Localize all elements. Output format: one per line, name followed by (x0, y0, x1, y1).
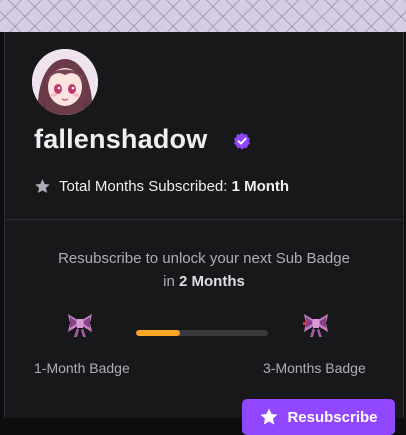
verified-badge-icon (233, 132, 251, 150)
profile-banner (0, 0, 406, 32)
resubscribe-button-label: Resubscribe (287, 408, 378, 426)
next-badge-label: 3-Months Badge (263, 360, 366, 376)
divider (5, 219, 403, 220)
resubscribe-in-prefix: in (163, 273, 175, 290)
total-months-row: Total Months Subscribed: 1 Month (34, 178, 289, 195)
total-months-value: 1 Month (231, 178, 290, 195)
star-icon (260, 408, 278, 425)
pink-bow-icon (65, 309, 95, 339)
username: fallenshadow (34, 124, 208, 154)
badge-progress-fill (136, 330, 180, 336)
pink-bow-icon (301, 309, 331, 339)
resubscribe-button[interactable]: Resubscribe (242, 399, 395, 435)
star-icon (35, 179, 50, 193)
total-months-label: Total Months Subscribed: (59, 178, 228, 195)
months-remaining: 2 Months (179, 273, 245, 290)
current-badge-label: 1-Month Badge (34, 360, 130, 376)
subscription-card: fallenshadow Total Months Subscribed: 1 … (4, 32, 404, 435)
resubscribe-message: Resubscribe to unlock your next Sub Badg… (5, 247, 403, 293)
resubscribe-message-line: Resubscribe to unlock your next Sub Badg… (58, 250, 350, 267)
avatar[interactable] (32, 49, 98, 115)
badge-progress-bar (136, 330, 268, 336)
